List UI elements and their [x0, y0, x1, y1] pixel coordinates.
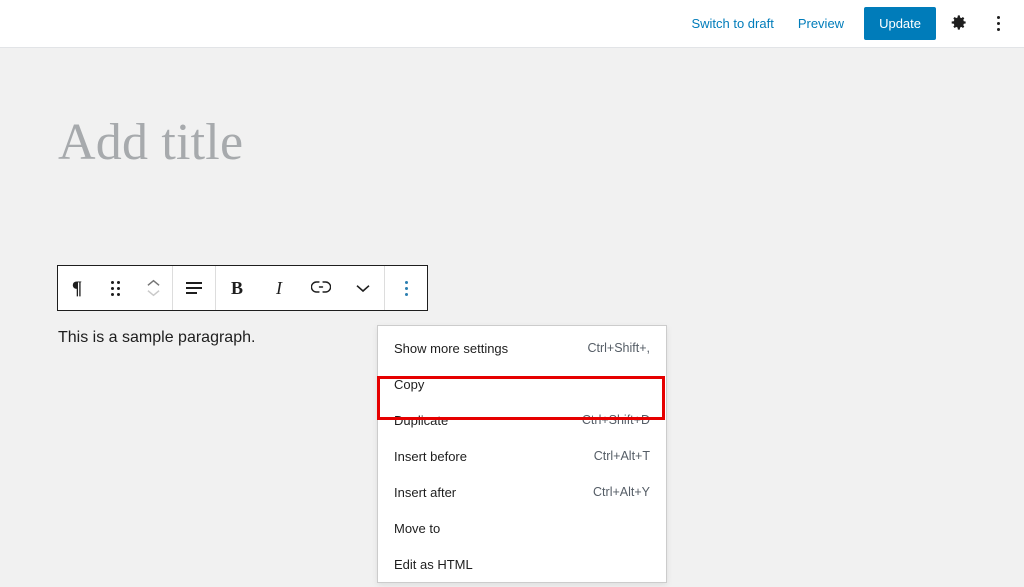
menu-item-label: Move to — [394, 520, 441, 536]
menu-item-shortcut: Ctrl+Shift+, — [587, 341, 650, 355]
menu-item-label: Show more settings — [394, 340, 509, 356]
update-button[interactable]: Update — [864, 7, 936, 40]
more-options-vertical-dots-icon — [996, 16, 1000, 31]
block-toolbar-group-block: ¶ — [58, 266, 173, 310]
move-block-updown-button[interactable] — [134, 266, 172, 310]
more-options-button[interactable] — [980, 6, 1016, 42]
italic-icon: I — [276, 278, 282, 298]
switch-to-draft-button[interactable]: Switch to draft — [679, 9, 785, 38]
paragraph-block[interactable]: This is a sample paragraph. — [58, 326, 255, 350]
menu-item-duplicate[interactable]: Duplicate Ctrl+Shift+D — [378, 402, 666, 438]
drag-handle-dots-icon — [110, 280, 120, 296]
menu-item-label: Copy — [394, 376, 425, 392]
gear-icon — [949, 13, 968, 35]
align-text-button[interactable] — [173, 266, 215, 310]
chevron-up-down-icon — [146, 279, 160, 297]
menu-item-show-more-settings[interactable]: Show more settings Ctrl+Shift+, — [378, 330, 666, 366]
bold-icon: B — [230, 278, 243, 298]
menu-item-label: Insert after — [394, 484, 457, 500]
editor-canvas: Add title ¶ B I This is a sample paragra… — [0, 48, 1024, 587]
settings-button[interactable] — [940, 6, 976, 42]
post-title-placeholder[interactable]: Add title — [58, 114, 243, 171]
menu-item-label: Insert before — [394, 448, 467, 464]
editor-header: Switch to draft Preview Update — [0, 0, 1024, 48]
menu-item-edit-as-html[interactable]: Edit as HTML — [378, 546, 666, 582]
block-options-button[interactable] — [385, 266, 427, 310]
link-button[interactable] — [300, 266, 342, 310]
menu-item-shortcut: Ctrl+Shift+D — [581, 413, 650, 427]
block-options-menu: Show more settings Ctrl+Shift+, Copy Dup… — [377, 325, 667, 583]
more-options-vertical-dots-icon — [404, 280, 408, 296]
menu-item-move-to[interactable]: Move to — [378, 510, 666, 546]
align-left-icon — [186, 282, 202, 294]
preview-button[interactable]: Preview — [786, 9, 856, 38]
menu-item-copy[interactable]: Copy — [378, 366, 666, 402]
menu-item-label: Edit as HTML — [394, 556, 473, 572]
drag-handle-button[interactable] — [96, 266, 134, 310]
block-toolbar-group-format: B I — [216, 266, 385, 310]
block-type-paragraph-button[interactable]: ¶ — [58, 266, 96, 310]
chevron-down-icon — [356, 281, 370, 296]
menu-item-shortcut: Ctrl+Alt+T — [593, 449, 650, 463]
more-rich-text-button[interactable] — [342, 266, 384, 310]
header-actions: Switch to draft Preview Update — [679, 6, 1016, 42]
link-chain-icon — [310, 280, 332, 297]
block-toolbar-group-options — [385, 266, 427, 310]
menu-item-shortcut: Ctrl+Alt+Y — [593, 485, 650, 499]
block-toolbar-group-align — [173, 266, 216, 310]
block-toolbar: ¶ B I — [57, 265, 428, 311]
menu-item-label: Duplicate — [394, 412, 449, 428]
paragraph-pilcrow-icon: ¶ — [71, 277, 83, 299]
menu-item-insert-after[interactable]: Insert after Ctrl+Alt+Y — [378, 474, 666, 510]
bold-button[interactable]: B — [216, 266, 258, 310]
italic-button[interactable]: I — [258, 266, 300, 310]
menu-item-insert-before[interactable]: Insert before Ctrl+Alt+T — [378, 438, 666, 474]
